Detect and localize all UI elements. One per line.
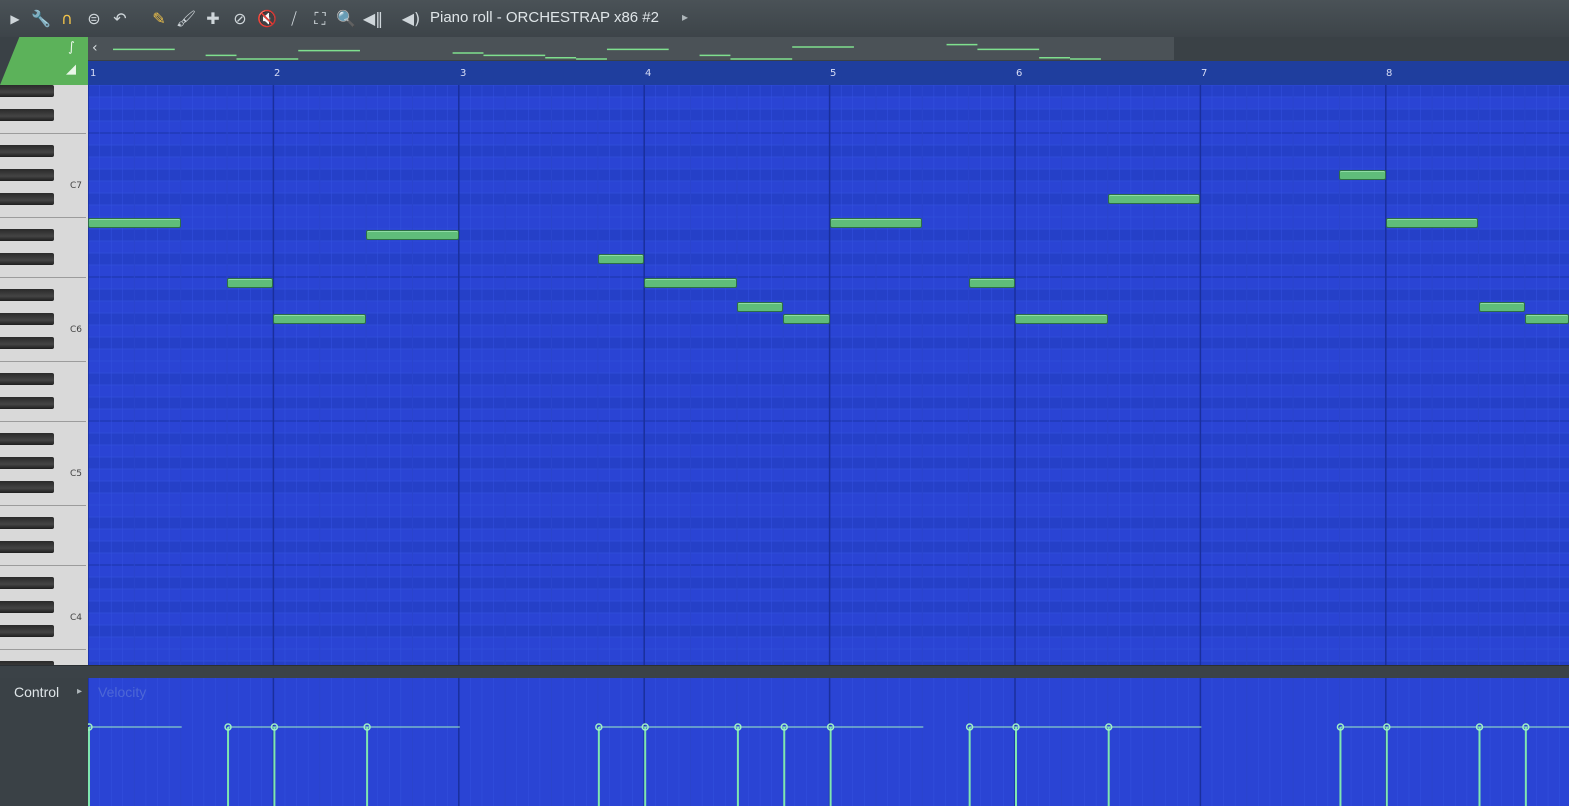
note[interactable]: [783, 314, 830, 324]
bar-number: 4: [645, 68, 652, 79]
white-key-divider: [0, 505, 86, 506]
control-menu-arrow-icon[interactable]: ▸: [77, 686, 82, 697]
octave-label-c6: C6: [70, 325, 83, 335]
note[interactable]: [227, 278, 274, 288]
note[interactable]: [644, 278, 737, 288]
white-key-divider: [0, 217, 86, 218]
pencil-icon[interactable]: ✎: [148, 8, 170, 30]
overview-empty-area: [1174, 37, 1569, 60]
bar-number: 1: [90, 68, 97, 79]
zoom-icon[interactable]: 🔍: [335, 8, 357, 30]
note[interactable]: [829, 218, 923, 228]
select-icon[interactable]: ⛶: [309, 8, 331, 30]
magnet-icon[interactable]: ∩: [56, 8, 78, 30]
black-key[interactable]: [0, 85, 54, 97]
playback-icon[interactable]: ◀‖: [362, 8, 384, 30]
piano-keyboard[interactable]: [0, 85, 90, 665]
black-key[interactable]: [0, 109, 54, 121]
paint-plus-icon[interactable]: ✚: [202, 8, 224, 30]
black-key[interactable]: [0, 313, 54, 325]
note[interactable]: [273, 314, 367, 324]
note[interactable]: [1385, 218, 1479, 228]
bar-number: 2: [274, 68, 281, 79]
speaker-icon[interactable]: ◀): [400, 8, 422, 30]
note[interactable]: [366, 230, 459, 240]
bar-number: 7: [1201, 68, 1208, 79]
black-key[interactable]: [0, 481, 54, 493]
title-menu-arrow-icon[interactable]: ▸: [682, 10, 688, 24]
paint-icon[interactable]: 🖌: [175, 8, 197, 30]
black-key[interactable]: [0, 625, 54, 637]
black-key[interactable]: [0, 145, 54, 157]
black-key[interactable]: [0, 457, 54, 469]
black-key[interactable]: [0, 517, 54, 529]
black-key[interactable]: [0, 397, 54, 409]
note[interactable]: [1107, 194, 1201, 204]
black-key[interactable]: [0, 169, 54, 181]
timeline-ruler[interactable]: [88, 61, 1569, 86]
overview-notes[interactable]: [88, 37, 1174, 60]
velocity-lane[interactable]: [88, 678, 1569, 806]
note[interactable]: [1478, 302, 1525, 312]
bar-number: 5: [830, 68, 837, 79]
octave-label-c5: C5: [70, 469, 83, 479]
wrench-icon[interactable]: 🔧: [30, 8, 52, 30]
note[interactable]: [1015, 314, 1108, 324]
delete-icon[interactable]: ⊘: [229, 8, 251, 30]
note[interactable]: [736, 302, 784, 312]
note[interactable]: [1524, 314, 1569, 324]
slice-icon[interactable]: ⧸: [283, 8, 305, 30]
bar-number: 6: [1016, 68, 1023, 79]
white-key-divider: [0, 361, 86, 362]
play-menu-icon[interactable]: ▶: [4, 8, 26, 30]
octave-label-c7: C7: [70, 181, 83, 191]
black-key[interactable]: [0, 229, 54, 241]
black-key[interactable]: [0, 433, 54, 445]
mute-icon[interactable]: 🔇: [256, 8, 278, 30]
scroll-left-icon[interactable]: ‹: [92, 38, 108, 58]
black-key[interactable]: [0, 373, 54, 385]
black-key[interactable]: [0, 253, 54, 265]
panel-divider[interactable]: [0, 665, 1569, 679]
control-label[interactable]: Control: [14, 684, 59, 700]
white-key-divider: [0, 421, 86, 422]
note[interactable]: [968, 278, 1015, 288]
black-key[interactable]: [0, 337, 54, 349]
black-key[interactable]: [0, 541, 54, 553]
white-key-divider: [0, 649, 86, 650]
curve-icon[interactable]: ∫: [68, 40, 75, 55]
undo-icon[interactable]: ↶: [109, 8, 131, 30]
piano-roll-toolbar: ▶ 🔧 ∩ ⊜ ↶ ✎ 🖌 ✚ ⊘ 🔇 ⧸ ⛶ 🔍 ◀‖ ◀) Piano ro…: [0, 0, 1569, 38]
black-key[interactable]: [0, 193, 54, 205]
black-key[interactable]: [0, 289, 54, 301]
note[interactable]: [597, 254, 645, 264]
note[interactable]: [1339, 170, 1386, 180]
black-key[interactable]: [0, 601, 54, 613]
note[interactable]: [88, 218, 181, 228]
white-key-divider: [0, 565, 86, 566]
stamp-icon[interactable]: ⊜: [83, 8, 105, 30]
white-key-divider: [0, 277, 86, 278]
corner-resize-icon[interactable]: ◢: [66, 62, 76, 77]
velocity-label: Velocity: [98, 684, 147, 700]
window-title[interactable]: Piano roll - ORCHESTRAP x86 #2: [430, 9, 659, 26]
bar-number: 8: [1386, 68, 1393, 79]
white-key-divider: [0, 133, 86, 134]
octave-label-c4: C4: [70, 613, 83, 623]
bar-number: 3: [460, 68, 467, 79]
black-key[interactable]: [0, 577, 54, 589]
